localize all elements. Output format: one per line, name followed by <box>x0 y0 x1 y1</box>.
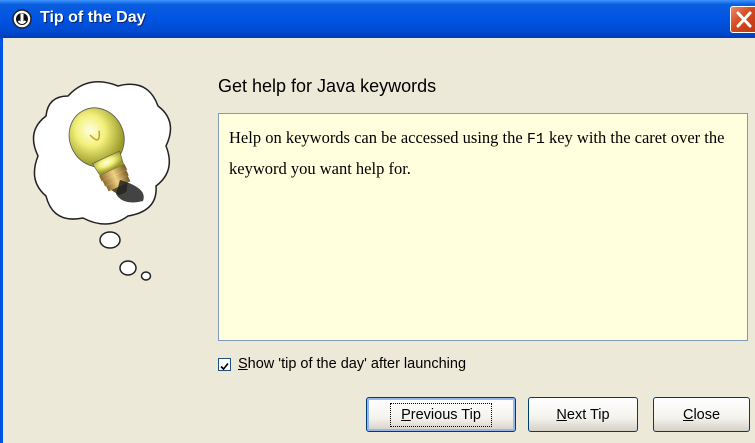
show-tips-label: Show 'tip of the day' after launching <box>238 356 467 372</box>
tip-text-area[interactable]: Help on keywords can be accessed using t… <box>218 113 748 341</box>
show-tips-option[interactable]: Show 'tip of the day' after launching <box>218 354 466 374</box>
tip-key-name: F1 <box>526 131 545 148</box>
window-title: Tip of the Day <box>40 9 146 26</box>
tip-heading: Get help for Java keywords <box>218 76 437 96</box>
show-tips-checkbox[interactable] <box>218 357 231 371</box>
previous-tip-button[interactable]: Previous Tip <box>366 397 516 432</box>
tip-text-part1: Help on keywords can be accessed using t… <box>229 128 527 147</box>
next-tip-button[interactable]: Next Tip <box>528 397 638 432</box>
close-icon <box>736 11 752 28</box>
title-bar[interactable]: Tip of the Day <box>0 0 755 38</box>
close-button-label: Close <box>682 406 721 423</box>
checkmark-icon <box>220 362 229 370</box>
previous-tip-label: Previous Tip <box>390 402 492 427</box>
close-window-button[interactable] <box>730 6 755 33</box>
lightbulb-thought-cloud-icon <box>28 76 178 296</box>
jdev-app-icon <box>12 9 32 29</box>
next-tip-label: Next Tip <box>556 406 610 423</box>
close-button[interactable]: Close <box>653 397 750 432</box>
